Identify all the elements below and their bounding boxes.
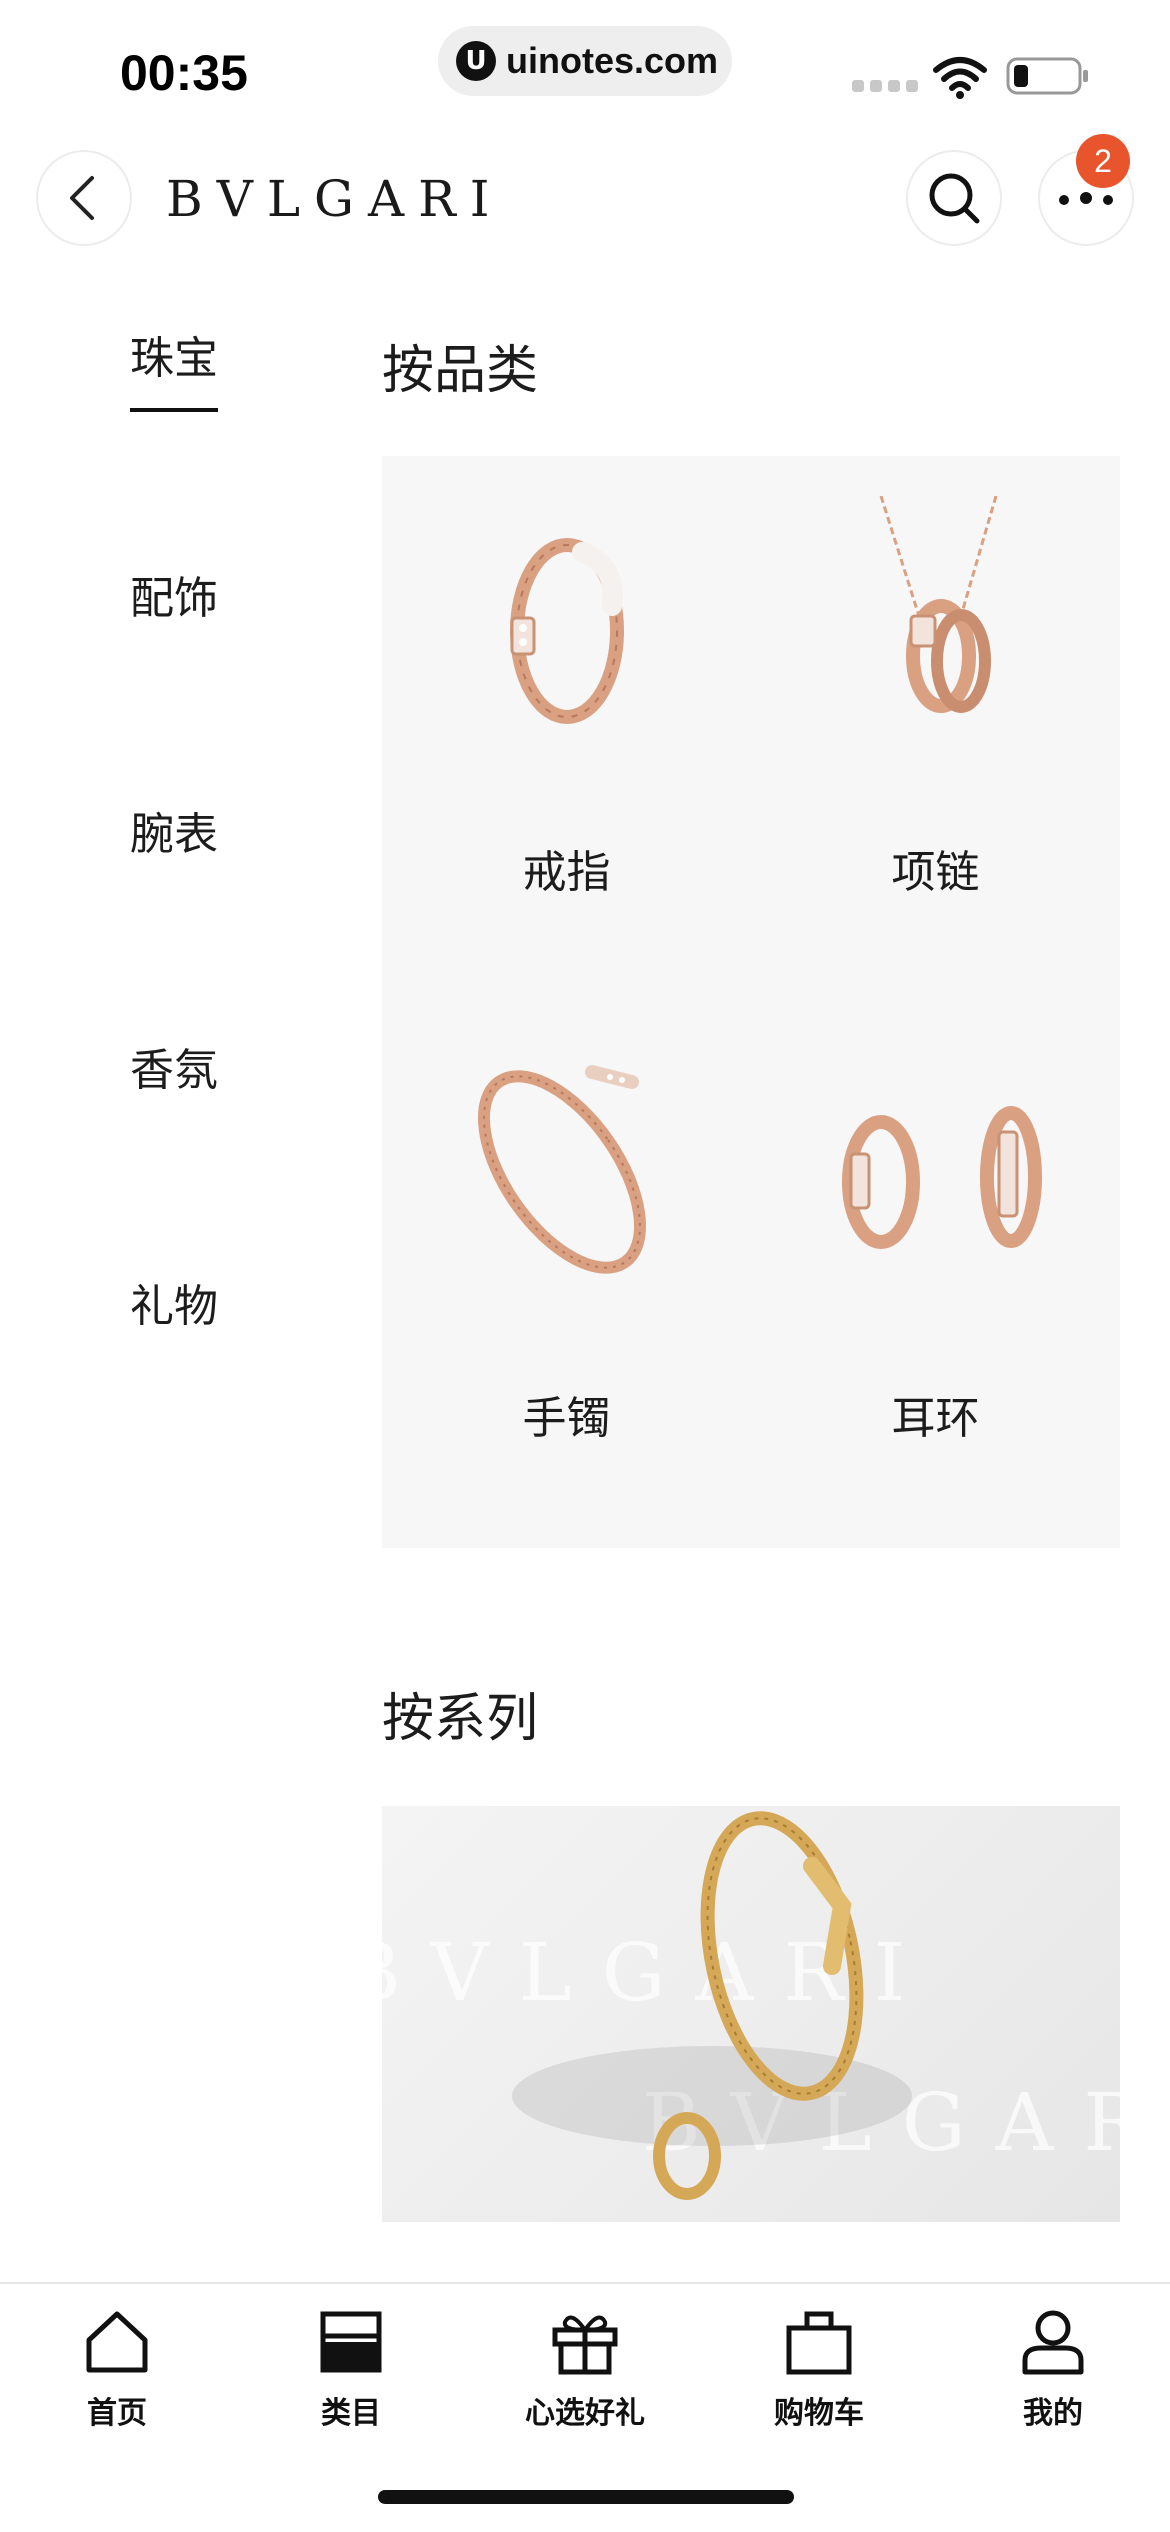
ring-image [510, 538, 624, 724]
category-card-necklaces[interactable]: 项链 [751, 456, 1120, 1002]
tab-home[interactable]: 首页 [0, 2306, 234, 2436]
search-icon [929, 173, 980, 224]
tab-cart[interactable]: 购物车 [702, 2306, 936, 2436]
status-time: 00:35 [120, 45, 248, 101]
tab-label: 购物车 [774, 2396, 864, 2431]
shopping-bag-icon [786, 2311, 852, 2375]
category-card-bracelets[interactable]: 手镯 [382, 1002, 751, 1548]
category-label-earrings: 耳环 [891, 1393, 980, 1444]
back-button[interactable] [36, 150, 132, 246]
watermark-logo: U [456, 41, 496, 81]
tab-gifts[interactable]: 心选好礼 [468, 2306, 702, 2436]
gift-icon [552, 2315, 618, 2375]
tab-label: 首页 [87, 2396, 147, 2431]
side-item-watches[interactable]: 腕表 [130, 798, 218, 862]
tab-profile[interactable]: 我的 [936, 2306, 1170, 2436]
category-card-earrings[interactable]: 耳环 [751, 1002, 1120, 1548]
signal-icon [852, 80, 918, 92]
side-item-jewelry[interactable]: 珠宝 [130, 322, 218, 412]
search-button[interactable] [906, 150, 1002, 246]
category-card-rings[interactable]: 戒指 [382, 456, 751, 1002]
home-icon [86, 2311, 148, 2373]
tab-label: 心选好礼 [525, 2396, 645, 2431]
more-dots-icon [1059, 192, 1113, 205]
category-grid: 戒指 项链 手镯 耳环 [382, 456, 1120, 1548]
tab-category[interactable]: 类目 [234, 2306, 468, 2436]
watermark-pill: U uinotes.com [438, 26, 732, 96]
tab-label: 类目 [321, 2396, 381, 2431]
by-category-title: 按品类 [382, 341, 539, 401]
notification-badge: 2 [1076, 134, 1130, 188]
side-item-gifts[interactable]: 礼物 [130, 1270, 218, 1334]
bracelet-image [477, 1065, 647, 1274]
battery-icon [1006, 57, 1088, 95]
category-label-rings: 戒指 [522, 847, 611, 898]
category-label-bracelets: 手镯 [522, 1393, 611, 1444]
serpenti-banner-image [512, 1811, 912, 2200]
by-series-title: 按系列 [382, 1689, 539, 1749]
wifi-icon [933, 57, 987, 99]
side-item-fragrance[interactable]: 香氛 [130, 1034, 218, 1098]
tab-label: 我的 [1023, 2396, 1083, 2431]
earrings-image [842, 1106, 1042, 1249]
category-icon [320, 2311, 382, 2373]
profile-icon [1022, 2310, 1084, 2375]
home-indicator [378, 2490, 794, 2504]
series-banner-serpenti[interactable]: BVLGARI BVLGARI [382, 1806, 1120, 2222]
chevron-left-icon [70, 176, 94, 220]
app-header: BVLGARI 2 [0, 130, 1170, 270]
category-label-necklaces: 项链 [891, 847, 980, 898]
brand-logo: BVLGARI [166, 170, 504, 228]
necklace-image [879, 496, 998, 713]
side-item-accessories[interactable]: 配饰 [130, 562, 218, 626]
status-bar: 00:35 U uinotes.com [0, 0, 1170, 130]
watermark-text: uinotes.com [506, 40, 719, 81]
